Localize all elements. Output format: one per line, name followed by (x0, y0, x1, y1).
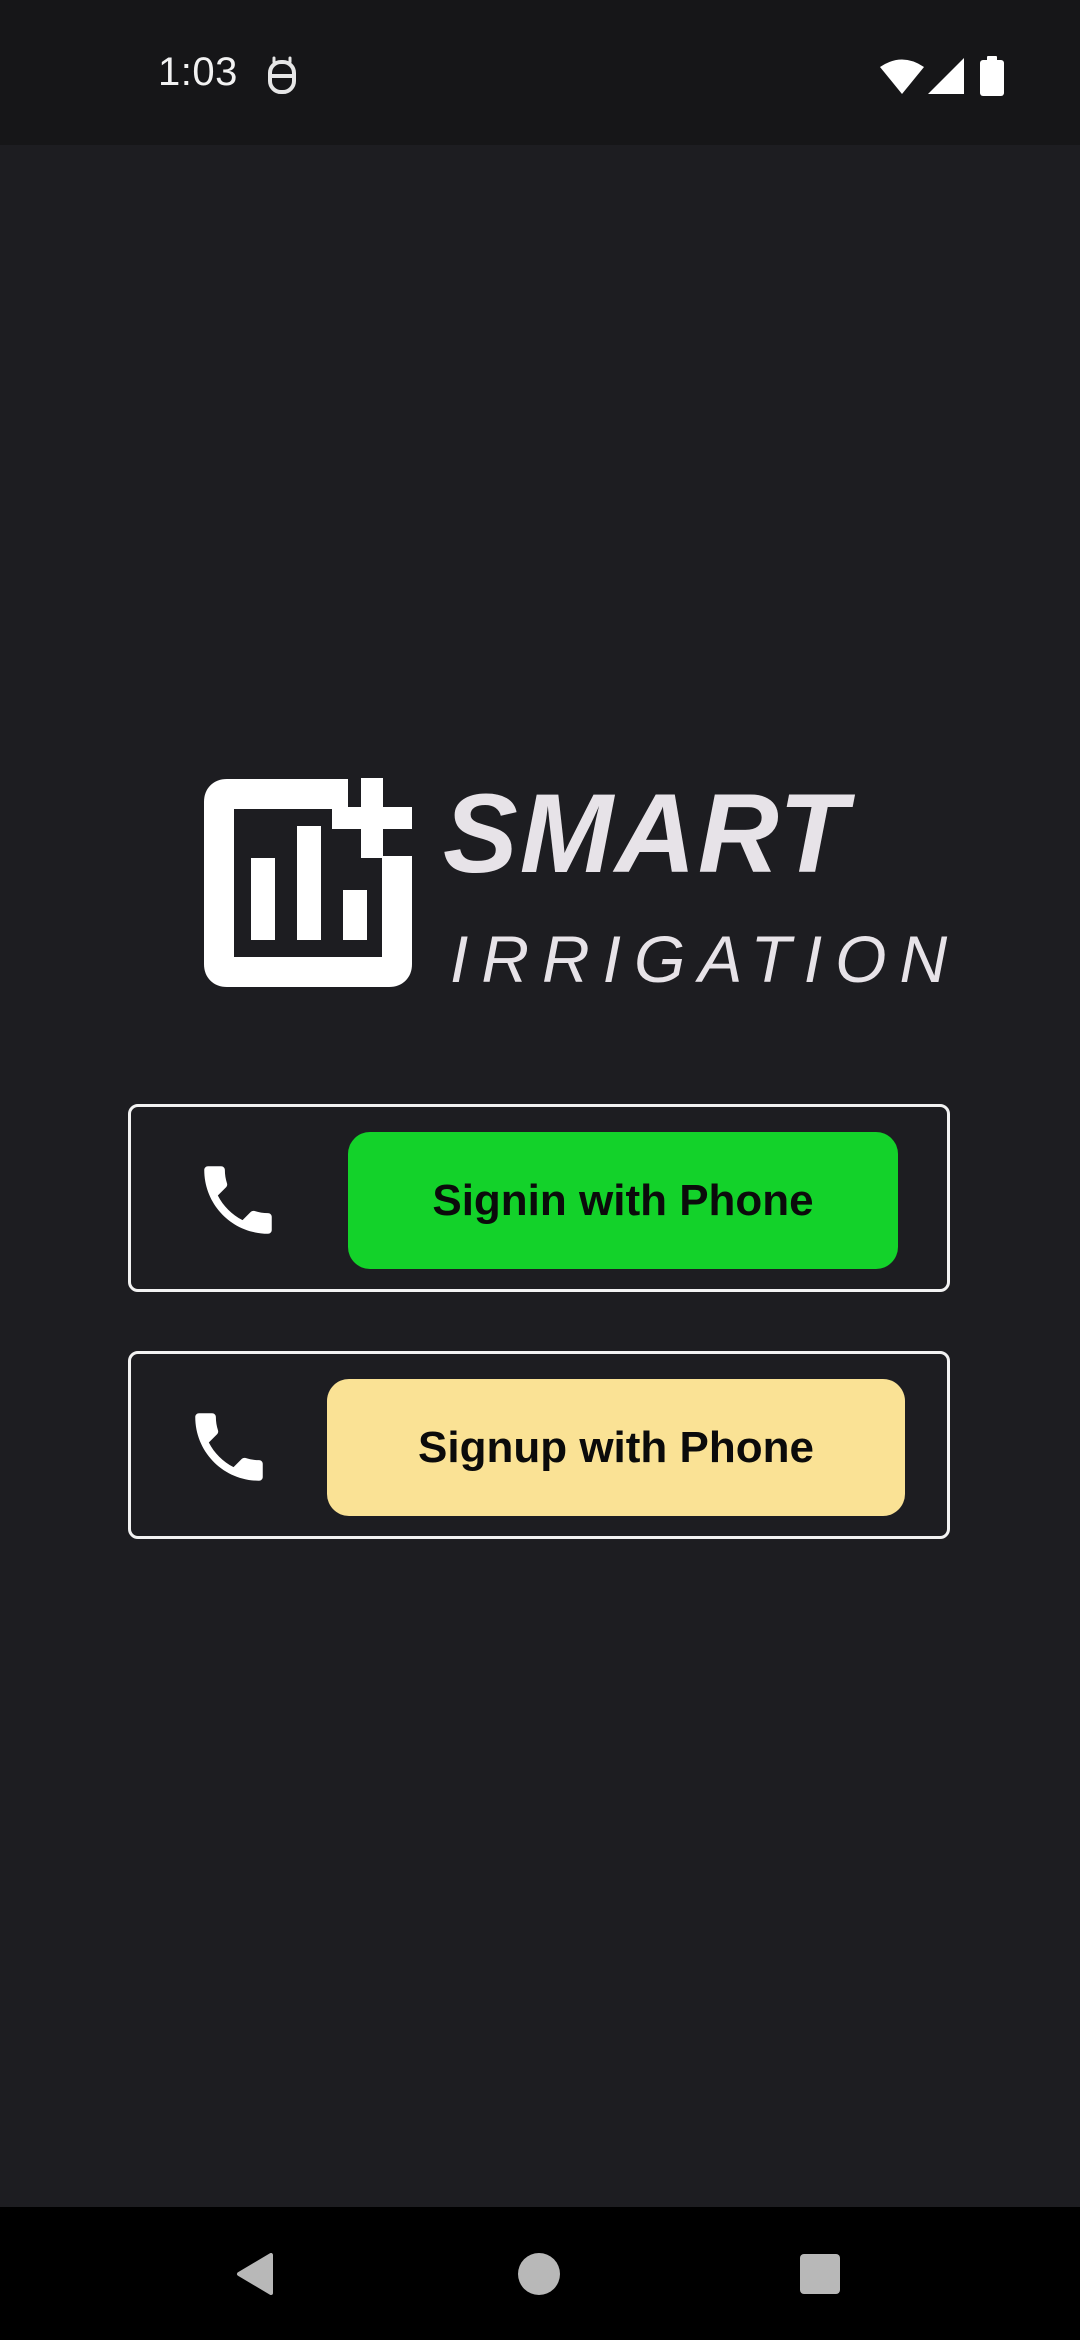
signin-with-phone-button[interactable]: Signin with Phone (348, 1132, 898, 1269)
signal-icon (928, 58, 964, 94)
signup-with-phone-button[interactable]: Signup with Phone (327, 1379, 905, 1516)
navigation-bar (0, 2207, 1080, 2340)
logo-subtitle: IRRIGATION (450, 922, 961, 996)
back-icon[interactable] (235, 2253, 275, 2295)
wifi-icon (880, 59, 924, 94)
signup-card: Signup with Phone (128, 1351, 950, 1539)
status-bar: 1:03 (0, 0, 1080, 145)
login-screen: 1:03 SMART IRRIGATION Signin with Phone … (0, 0, 1080, 2340)
home-icon[interactable] (518, 2253, 560, 2295)
app-logo: SMART IRRIGATION (203, 771, 947, 998)
phone-icon (195, 1413, 263, 1481)
signin-card: Signin with Phone (128, 1104, 950, 1292)
battery-icon (980, 56, 1004, 96)
logo-title: SMART (443, 771, 850, 896)
recents-icon[interactable] (800, 2254, 840, 2294)
analytics-plus-icon (204, 778, 412, 987)
status-time: 1:03 (158, 50, 238, 94)
app-notification-icon (268, 56, 296, 94)
phone-icon (204, 1166, 272, 1234)
